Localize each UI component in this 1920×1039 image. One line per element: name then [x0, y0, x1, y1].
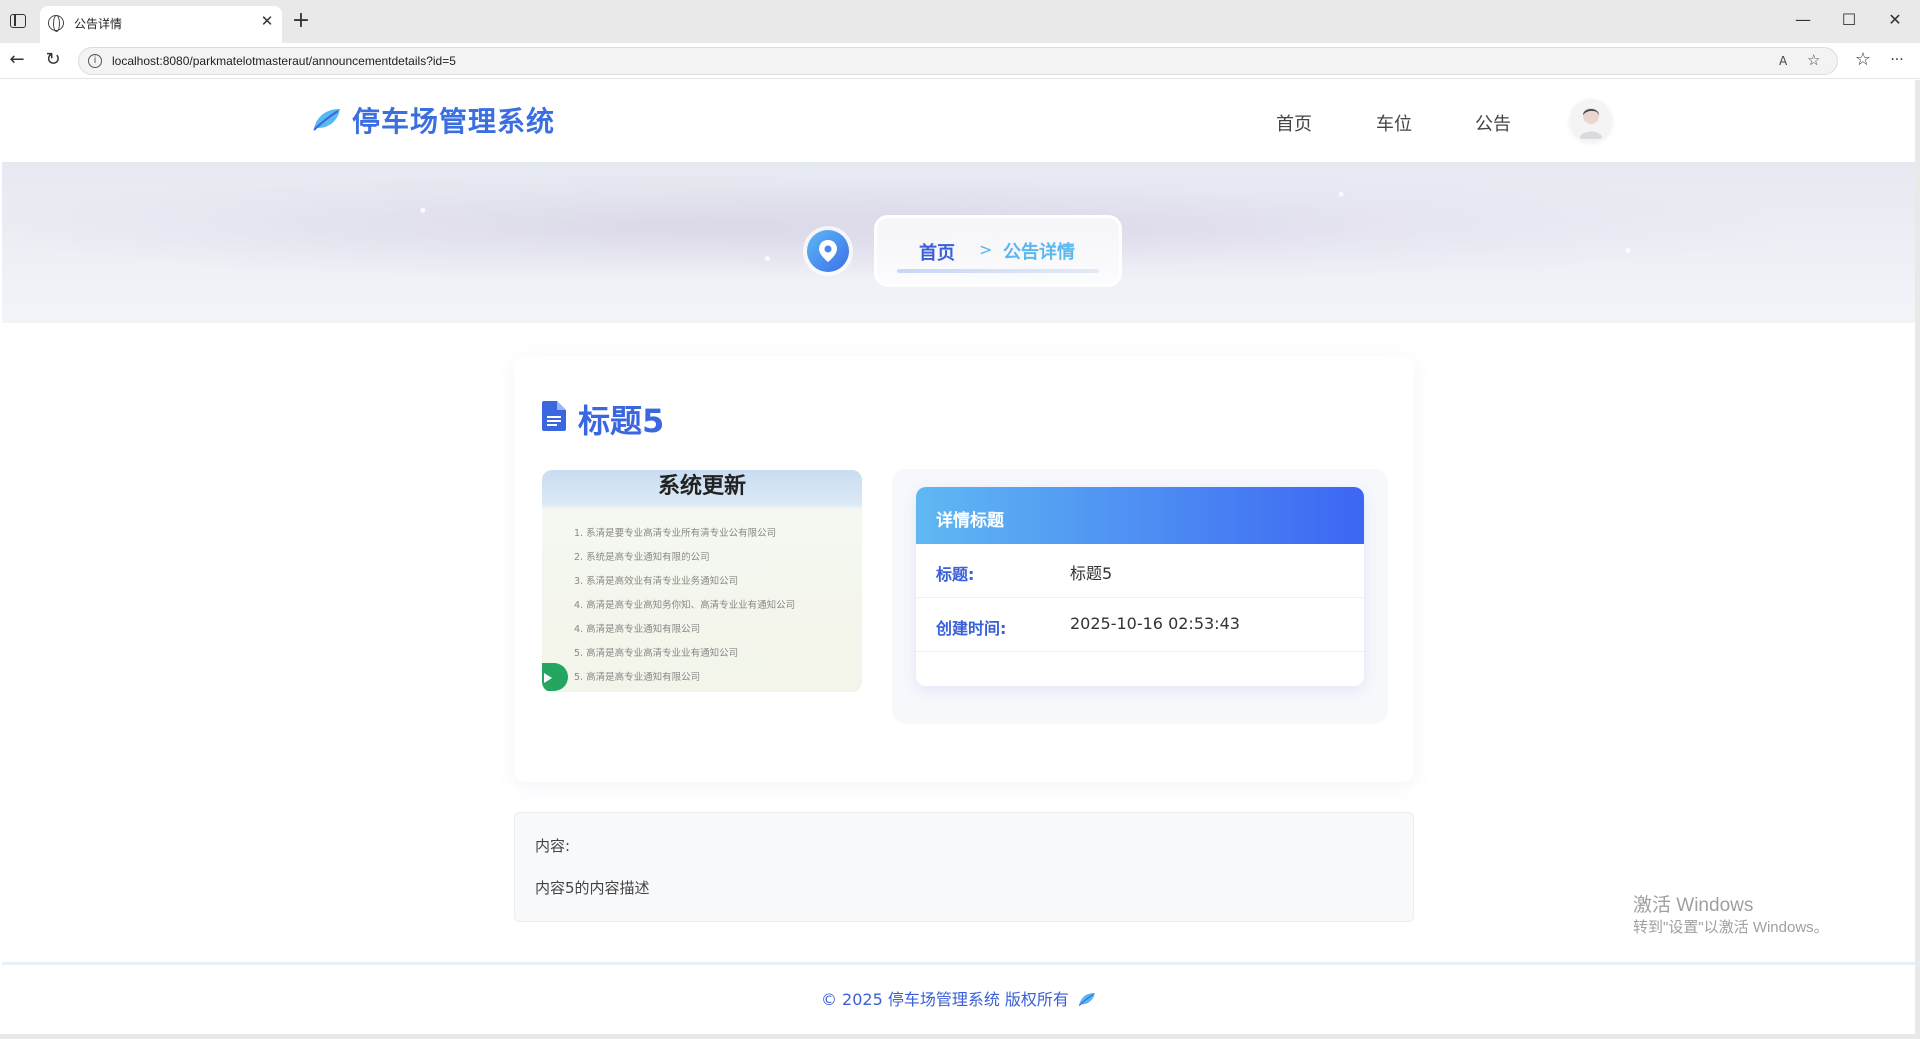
- new-tab-button[interactable]: +: [290, 8, 312, 34]
- breadcrumb-separator: >: [979, 240, 993, 259]
- minimize-icon[interactable]: —: [1793, 10, 1813, 29]
- nav-item-home[interactable]: 首页: [1276, 110, 1312, 136]
- announcement-image: 系统更新 1. 系清是要专业高清专业所有清专业公有限公司 2. 系统是高专业通知…: [542, 470, 862, 692]
- detail-time-label: 创建时间:: [936, 619, 1007, 638]
- back-icon[interactable]: ←: [6, 49, 28, 70]
- image-list: 1. 系清是要专业高清专业所有清专业公有限公司 2. 系统是高专业通知有限的公司…: [574, 522, 795, 690]
- favorite-icon[interactable]: ☆: [1807, 51, 1820, 69]
- location-pin-icon: [807, 230, 849, 272]
- browser-titlebar: 公告详情 ✕ + — ☐ ✕: [0, 0, 1920, 43]
- avatar-person-icon: [1579, 108, 1603, 139]
- site-info-icon[interactable]: i: [88, 54, 102, 68]
- read-aloud-icon[interactable]: A: [1779, 54, 1787, 68]
- detail-header: 详情标题: [916, 487, 1364, 544]
- tab-actions-icon[interactable]: [10, 14, 26, 28]
- page: 停车场管理系统 首页 车位 公告 首页 > 公告详情 标题5 系统更新 1. 系…: [2, 80, 1915, 1036]
- content-label: 内容:: [535, 837, 571, 855]
- content-text: 内容5的内容描述: [535, 879, 650, 897]
- favorites-bar-icon[interactable]: ☆: [1852, 49, 1874, 70]
- detail-row-time: 创建时间: 2025-10-16 02:53:43: [916, 598, 1364, 652]
- detail-title-label: 标题:: [936, 565, 975, 584]
- maximize-icon[interactable]: ☐: [1839, 10, 1859, 29]
- browser-toolbar: ← ↻ i localhost:8080/parkmatelotmasterau…: [0, 43, 1920, 79]
- content-section: 内容: 内容5的内容描述: [514, 812, 1414, 922]
- url-text[interactable]: localhost:8080/parkmatelotmasteraut/anno…: [112, 54, 456, 68]
- breadcrumb-home-link[interactable]: 首页: [919, 239, 955, 265]
- nav-item-announcement[interactable]: 公告: [1475, 110, 1511, 136]
- image-heading: 系统更新: [657, 474, 746, 499]
- breadcrumb-current: 公告详情: [1003, 242, 1075, 263]
- reload-icon[interactable]: ↻: [42, 49, 64, 70]
- image-list-item: 4. 高清是高专业高知务你知、高清专业业有通知公司: [574, 600, 796, 611]
- window-bottom-edge: [0, 1034, 1920, 1039]
- tab-close-icon[interactable]: ✕: [258, 12, 276, 30]
- leaf-logo-icon: [313, 109, 340, 131]
- footer-leaf-icon: [1078, 993, 1095, 1007]
- site-footer: © 2025 停车场管理系统 版权所有: [2, 986, 1915, 1010]
- breadcrumb-underline: [897, 269, 1099, 273]
- detail-title-value: 标题5: [1070, 564, 1113, 583]
- detail-panel: 详情标题 标题: 标题5 创建时间: 2025-10-16 02:53:43: [916, 487, 1364, 686]
- detail-row-title: 标题: 标题5: [916, 544, 1364, 598]
- browser-tab-active[interactable]: 公告详情 ✕: [40, 6, 282, 43]
- image-list-item: 3. 系清是高效业有清专业业务通知公司: [574, 576, 739, 587]
- windows-activation-watermark-title: 激活 Windows: [1633, 895, 1754, 916]
- breadcrumb: 首页 > 公告详情: [874, 215, 1122, 287]
- document-icon: [542, 401, 566, 431]
- more-icon[interactable]: ···: [1886, 52, 1908, 68]
- announcement-title: 标题5: [578, 402, 665, 440]
- windows-activation-watermark-text: 转到"设置"以激活 Windows。: [1633, 919, 1829, 936]
- announcement-card: 标题5 系统更新 1. 系清是要专业高清专业所有清专业公有限公司 2. 系统是高…: [514, 356, 1414, 782]
- window-close-icon[interactable]: ✕: [1885, 10, 1905, 29]
- site-header: 停车场管理系统 首页 车位 公告: [2, 80, 1915, 162]
- image-list-item: 1. 系清是要专业高清专业所有清专业公有限公司: [574, 528, 777, 539]
- footer-divider: [2, 962, 1915, 965]
- arrow-badge-icon: [542, 663, 568, 691]
- address-bar[interactable]: i localhost:8080/parkmatelotmasteraut/an…: [78, 47, 1838, 75]
- image-list-item: 5. 高清是高专业通知有限公司: [574, 672, 701, 683]
- footer-text: © 2025 停车场管理系统 版权所有: [820, 990, 1069, 1009]
- image-list-item: 4. 高清是高专业通知有限公司: [574, 624, 701, 635]
- globe-icon: [48, 15, 64, 32]
- image-list-item: 2. 系统是高专业通知有限的公司: [574, 552, 710, 563]
- user-avatar[interactable]: [1570, 99, 1612, 141]
- detail-time-value: 2025-10-16 02:53:43: [1070, 614, 1240, 633]
- nav-item-parking[interactable]: 车位: [1376, 110, 1412, 136]
- site-logo-text[interactable]: 停车场管理系统: [352, 100, 555, 140]
- image-list-item: 5. 高清是高专业高清专业业有通知公司: [574, 648, 739, 659]
- detail-header-title: 详情标题: [936, 511, 1004, 531]
- tab-title: 公告详情: [74, 17, 123, 31]
- detail-panel-wrap: 详情标题 标题: 标题5 创建时间: 2025-10-16 02:53:43: [892, 469, 1388, 724]
- window-right-edge: [1915, 80, 1920, 1039]
